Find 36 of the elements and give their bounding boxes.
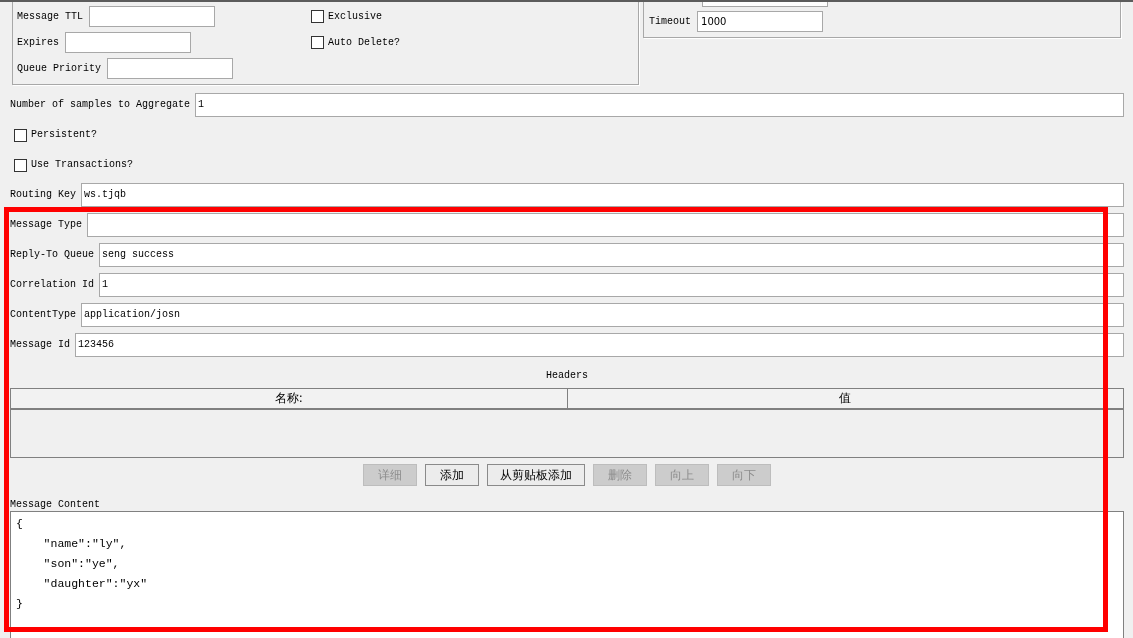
checkbox-label: Persistent? bbox=[31, 129, 97, 141]
field-label: ContentType bbox=[10, 309, 76, 321]
input-field[interactable] bbox=[87, 213, 1124, 237]
field-label: Routing Key bbox=[10, 189, 76, 201]
checkbox[interactable] bbox=[14, 158, 27, 172]
field-label: Expires bbox=[17, 36, 59, 49]
input-field[interactable]: seng success bbox=[99, 243, 1124, 267]
field-label: Timeout bbox=[649, 15, 691, 28]
input-field[interactable] bbox=[107, 58, 233, 79]
input-field[interactable]: 1 bbox=[99, 273, 1124, 297]
checkbox[interactable] bbox=[14, 128, 27, 142]
checkbox-label: Exclusive bbox=[328, 10, 382, 23]
field-label: Queue Priority bbox=[17, 62, 101, 75]
field-label: Message Content bbox=[10, 499, 101, 511]
field-label: Correlation Id bbox=[10, 279, 94, 291]
input-field[interactable]: ws.tjqb bbox=[81, 183, 1124, 207]
input-field[interactable]: application/josn bbox=[81, 303, 1124, 327]
checkbox-label: Use Transactions? bbox=[31, 159, 134, 171]
input-field[interactable]: 1 bbox=[195, 93, 1124, 117]
checkbox-label: Auto Delete? bbox=[328, 36, 400, 49]
section-title: Headers bbox=[546, 369, 588, 383]
input-field[interactable] bbox=[65, 32, 191, 53]
action-button[interactable]: 添加 bbox=[425, 464, 479, 486]
input-field[interactable] bbox=[89, 6, 215, 27]
field-label: Reply-To Queue bbox=[10, 249, 94, 261]
field-label: Message TTL bbox=[17, 10, 83, 23]
input-field[interactable]: 1000 bbox=[697, 11, 823, 32]
input-field[interactable]: 123456 bbox=[75, 333, 1124, 357]
field-label: Message Type bbox=[10, 219, 82, 231]
field-label: Number of samples to Aggregate bbox=[10, 99, 191, 111]
field-label: Message Id bbox=[10, 339, 70, 351]
message-content-field[interactable]: { "name":"ly", "son":"ye", "daughter":"yx" } bbox=[10, 511, 1124, 638]
checkbox[interactable] bbox=[311, 36, 324, 49]
checkbox[interactable] bbox=[311, 10, 324, 23]
action-button[interactable]: 从剪贴板添加 bbox=[487, 464, 585, 486]
input-field[interactable] bbox=[702, 2, 828, 7]
